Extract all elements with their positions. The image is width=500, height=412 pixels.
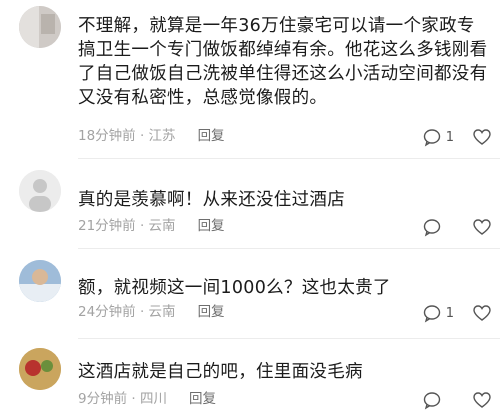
reply-button[interactable]: 回复 xyxy=(198,128,225,144)
avatar[interactable] xyxy=(19,260,61,302)
comment-time-location: 21分钟前 · 云南 xyxy=(78,218,176,234)
comment-text: 真的是羡慕啊！从来还没住过酒店 xyxy=(78,190,345,210)
comment-item: 不理解，就算是一年36万住豪宅可以请一个家政专搞卫生一个专门做饭都绰绰有余。他花… xyxy=(0,0,500,160)
comment-time-location: 18分钟前 · 江苏 xyxy=(78,128,176,144)
reply-button[interactable]: 回复 xyxy=(198,218,225,234)
comment-meta: 24分钟前 · 云南 回复 xyxy=(78,302,225,322)
avatar-image xyxy=(19,260,61,302)
comment-actions xyxy=(422,389,492,411)
avatar-image xyxy=(19,6,61,48)
comment-time-location: 24分钟前 · 云南 xyxy=(78,304,176,320)
comment-time-location: 9分钟前 · 四川 xyxy=(78,391,167,407)
like-count: 1 xyxy=(445,129,454,145)
avatar[interactable] xyxy=(19,348,61,390)
comment-actions: 1 xyxy=(422,126,492,148)
reply-button[interactable]: 回复 xyxy=(189,391,216,407)
divider xyxy=(78,248,500,249)
heart-icon[interactable] xyxy=(472,390,492,410)
avatar[interactable] xyxy=(19,170,61,212)
comment-text: 额，就视频这一间1000么？这也太贵了 xyxy=(78,278,391,298)
divider xyxy=(78,338,500,339)
comment-icon[interactable] xyxy=(422,127,442,147)
comment-text: 这酒店就是自己的吧，住里面没毛病 xyxy=(78,362,363,382)
comment-actions: 1 xyxy=(422,302,492,324)
comment-icon[interactable] xyxy=(422,390,442,410)
like-count: 1 xyxy=(445,305,454,321)
heart-icon[interactable] xyxy=(472,303,492,323)
comment-text: 不理解，就算是一年36万住豪宅可以请一个家政专搞卫生一个专门做饭都绰绰有余。他花… xyxy=(78,16,488,108)
comment-item: 这酒店就是自己的吧，住里面没毛病 9分钟前 · 四川 回复 xyxy=(0,340,500,412)
comment-actions xyxy=(422,216,492,238)
comment-icon[interactable] xyxy=(422,303,442,323)
avatar[interactable] xyxy=(19,6,61,48)
avatar-image xyxy=(19,170,61,212)
reply-button[interactable]: 回复 xyxy=(198,304,225,320)
comment-item: 真的是羡慕啊！从来还没住过酒店 21分钟前 · 云南 回复 xyxy=(0,160,500,250)
comment-meta: 9分钟前 · 四川 回复 xyxy=(78,389,216,409)
heart-icon[interactable] xyxy=(472,217,492,237)
comment-meta: 18分钟前 · 江苏 回复 xyxy=(78,126,225,146)
comment-icon[interactable] xyxy=(422,217,442,237)
heart-icon[interactable] xyxy=(472,127,492,147)
avatar-image xyxy=(19,348,61,390)
comment-item: 额，就视频这一间1000么？这也太贵了 24分钟前 · 云南 回复 1 xyxy=(0,250,500,342)
comment-meta: 21分钟前 · 云南 回复 xyxy=(78,216,225,236)
divider xyxy=(78,158,500,159)
